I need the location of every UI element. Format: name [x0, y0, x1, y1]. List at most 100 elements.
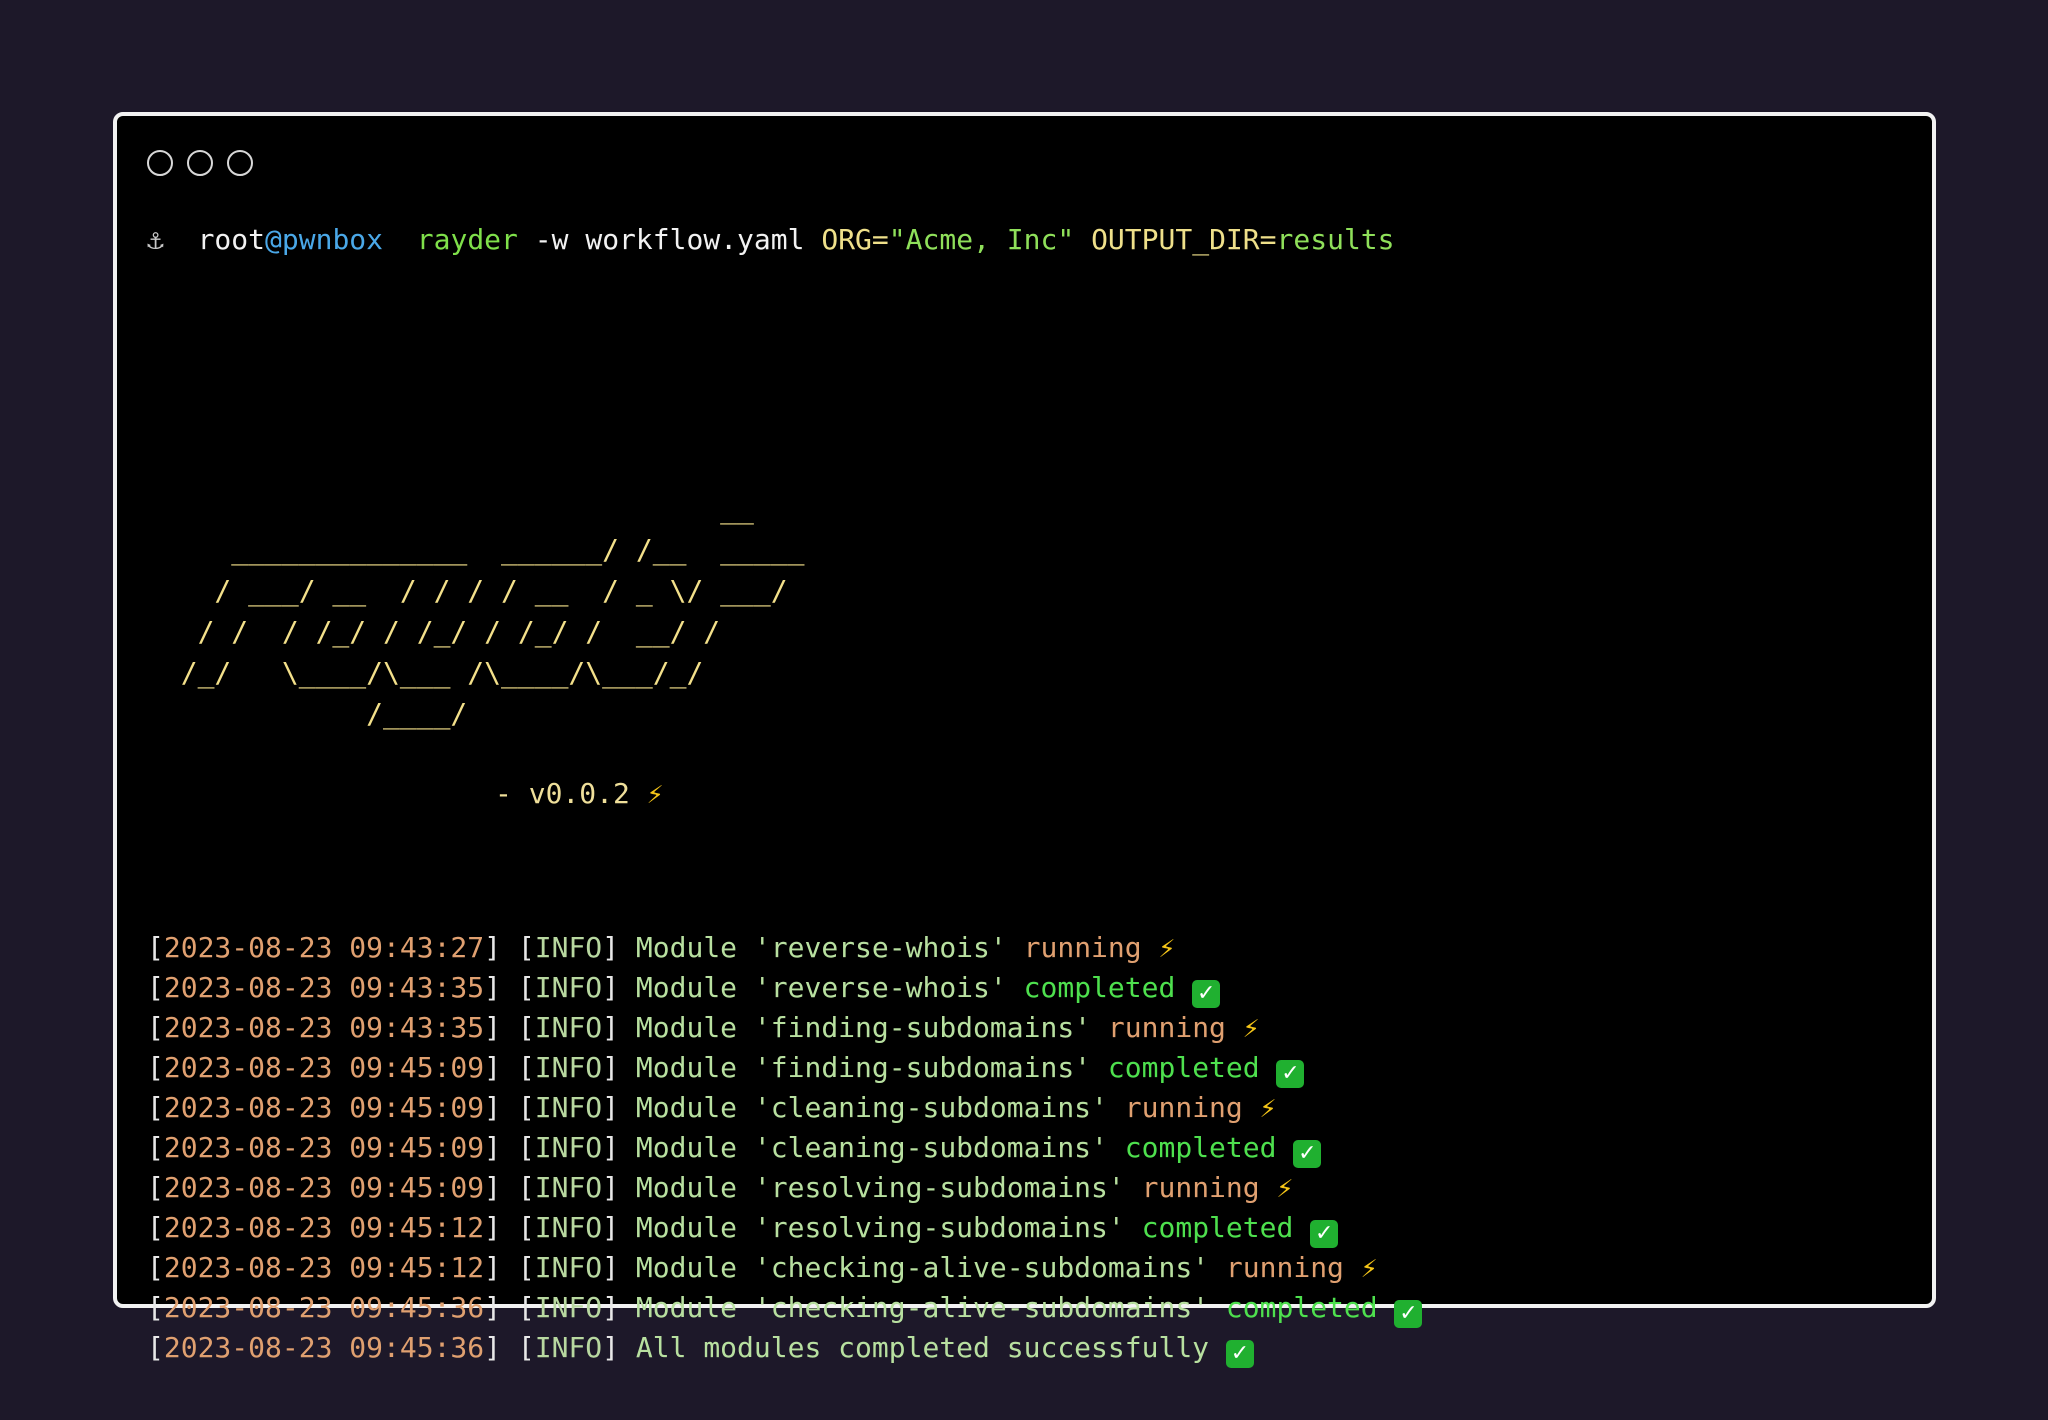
- log-message: All modules completed successfully: [635, 1331, 1210, 1364]
- log-timestamp: 2023-08-23 09:45:36: [163, 1331, 485, 1364]
- log-level: INFO: [534, 971, 603, 1004]
- log-timestamp: 2023-08-23 09:45:36: [163, 1291, 485, 1324]
- log-line: [2023-08-23 09:45:36] [INFO] All modules…: [147, 1328, 1907, 1368]
- bracket: [: [517, 1291, 535, 1324]
- bracket: ]: [484, 1291, 502, 1324]
- bracket: ]: [484, 971, 502, 1004]
- prompt-user: root: [197, 223, 266, 256]
- log-level: INFO: [534, 1291, 603, 1324]
- bracket: [: [517, 1211, 535, 1244]
- log-status: completed: [1107, 1051, 1260, 1084]
- org-value: "Acme, Inc": [888, 223, 1075, 256]
- bracket: [: [517, 1171, 535, 1204]
- log-status: running: [1141, 1171, 1260, 1204]
- log-status: running: [1225, 1251, 1344, 1284]
- maximize-window-button[interactable]: [227, 150, 253, 176]
- log-level: INFO: [534, 1331, 603, 1364]
- bracket: [: [147, 1291, 164, 1324]
- window-controls: [147, 150, 253, 176]
- bracket: ]: [602, 1251, 620, 1284]
- log-level: INFO: [534, 1051, 603, 1084]
- log-message: Module 'finding-subdomains': [635, 1011, 1092, 1044]
- lightning-icon: ⚡: [1242, 1011, 1260, 1044]
- log-status: completed: [1124, 1131, 1277, 1164]
- lightning-icon: ⚡: [1259, 1091, 1277, 1124]
- log-level: INFO: [534, 1211, 603, 1244]
- bracket: [: [517, 1131, 535, 1164]
- log-message: Module 'checking-alive-subdomains': [635, 1251, 1210, 1284]
- log-timestamp: 2023-08-23 09:43:27: [163, 931, 485, 964]
- log-status: completed: [1225, 1291, 1378, 1324]
- log-line: [2023-08-23 09:45:09] [INFO] Module 'fin…: [147, 1048, 1907, 1088]
- minimize-window-button[interactable]: [187, 150, 213, 176]
- log-message: Module 'cleaning-subdomains': [635, 1131, 1108, 1164]
- anchor-icon: ⚓: [147, 223, 164, 256]
- log-message: Module 'resolving-subdomains': [635, 1171, 1125, 1204]
- log-line: [2023-08-23 09:45:12] [INFO] Module 'res…: [147, 1208, 1907, 1248]
- bracket: [: [517, 971, 535, 1004]
- bracket: [: [517, 1051, 535, 1084]
- bracket: ]: [602, 1051, 620, 1084]
- output-dir-value: results: [1276, 223, 1395, 256]
- command-prompt-line[interactable]: ⚓ root@pwnbox rayder -w workflow.yaml OR…: [147, 220, 1395, 260]
- bracket: [: [517, 931, 535, 964]
- rayder-ascii-banner: __ ______________ ______/ /__ _____ / __…: [180, 492, 805, 730]
- log-status: completed: [1141, 1211, 1294, 1244]
- log-level: INFO: [534, 1011, 603, 1044]
- bracket: ]: [602, 1331, 620, 1364]
- log-line: [2023-08-23 09:45:09] [INFO] Module 'cle…: [147, 1088, 1907, 1128]
- lightning-icon: ⚡: [646, 777, 664, 810]
- bracket: ]: [484, 1011, 502, 1044]
- bracket: ]: [602, 971, 620, 1004]
- command-name: rayder: [416, 223, 518, 256]
- bracket: ]: [602, 1211, 620, 1244]
- bracket: [: [147, 1251, 164, 1284]
- bracket: [: [147, 971, 164, 1004]
- check-mark-icon: ✓: [1394, 1300, 1423, 1328]
- log-level: INFO: [534, 1251, 603, 1284]
- bracket: [: [147, 1131, 164, 1164]
- log-timestamp: 2023-08-23 09:45:09: [163, 1131, 485, 1164]
- check-mark-icon: ✓: [1293, 1140, 1322, 1168]
- org-key: ORG=: [821, 223, 889, 256]
- version-text: - v0.0.2: [495, 777, 630, 810]
- bracket: ]: [484, 1131, 502, 1164]
- log-message: Module 'reverse-whois': [635, 931, 1007, 964]
- bracket: ]: [484, 1051, 502, 1084]
- bracket: [: [517, 1331, 535, 1364]
- log-timestamp: 2023-08-23 09:45:09: [163, 1051, 485, 1084]
- log-message: Module 'resolving-subdomains': [635, 1211, 1125, 1244]
- log-status: completed: [1023, 971, 1176, 1004]
- version-line: - v0.0.2 ⚡: [495, 774, 664, 814]
- terminal-window: ⚓ root@pwnbox rayder -w workflow.yaml OR…: [113, 112, 1936, 1368]
- log-status: running: [1107, 1011, 1226, 1044]
- bracket: ]: [602, 1291, 620, 1324]
- bracket: [: [517, 1251, 535, 1284]
- lightning-icon: ⚡: [1360, 1251, 1378, 1284]
- check-mark-icon: ✓: [1192, 980, 1221, 1008]
- log-level: INFO: [534, 1171, 603, 1204]
- log-line: [2023-08-23 09:43:35] [INFO] Module 'rev…: [147, 968, 1907, 1008]
- bracket: [: [147, 1011, 164, 1044]
- log-level: INFO: [534, 931, 603, 964]
- check-mark-icon: ✓: [1225, 1340, 1254, 1368]
- log-output: [2023-08-23 09:43:27] [INFO] Module 'rev…: [147, 928, 1907, 1368]
- bracket: [: [147, 1331, 164, 1364]
- log-level: INFO: [534, 1091, 603, 1124]
- close-window-button[interactable]: [147, 150, 173, 176]
- log-message: Module 'cleaning-subdomains': [635, 1091, 1108, 1124]
- log-message: Module 'finding-subdomains': [635, 1051, 1092, 1084]
- check-mark-icon: ✓: [1276, 1060, 1305, 1088]
- bracket: ]: [484, 931, 502, 964]
- bracket: ]: [484, 1251, 502, 1284]
- bracket: ]: [484, 1211, 502, 1244]
- prompt-host: @pwnbox: [265, 223, 384, 256]
- log-line: [2023-08-23 09:45:09] [INFO] Module 'cle…: [147, 1128, 1907, 1168]
- bracket: ]: [602, 1091, 620, 1124]
- lightning-icon: ⚡: [1276, 1171, 1294, 1204]
- bracket: ]: [484, 1171, 502, 1204]
- log-status: running: [1124, 1091, 1243, 1124]
- bracket: [: [147, 931, 164, 964]
- bracket: [: [517, 1011, 535, 1044]
- bracket: ]: [484, 1331, 502, 1364]
